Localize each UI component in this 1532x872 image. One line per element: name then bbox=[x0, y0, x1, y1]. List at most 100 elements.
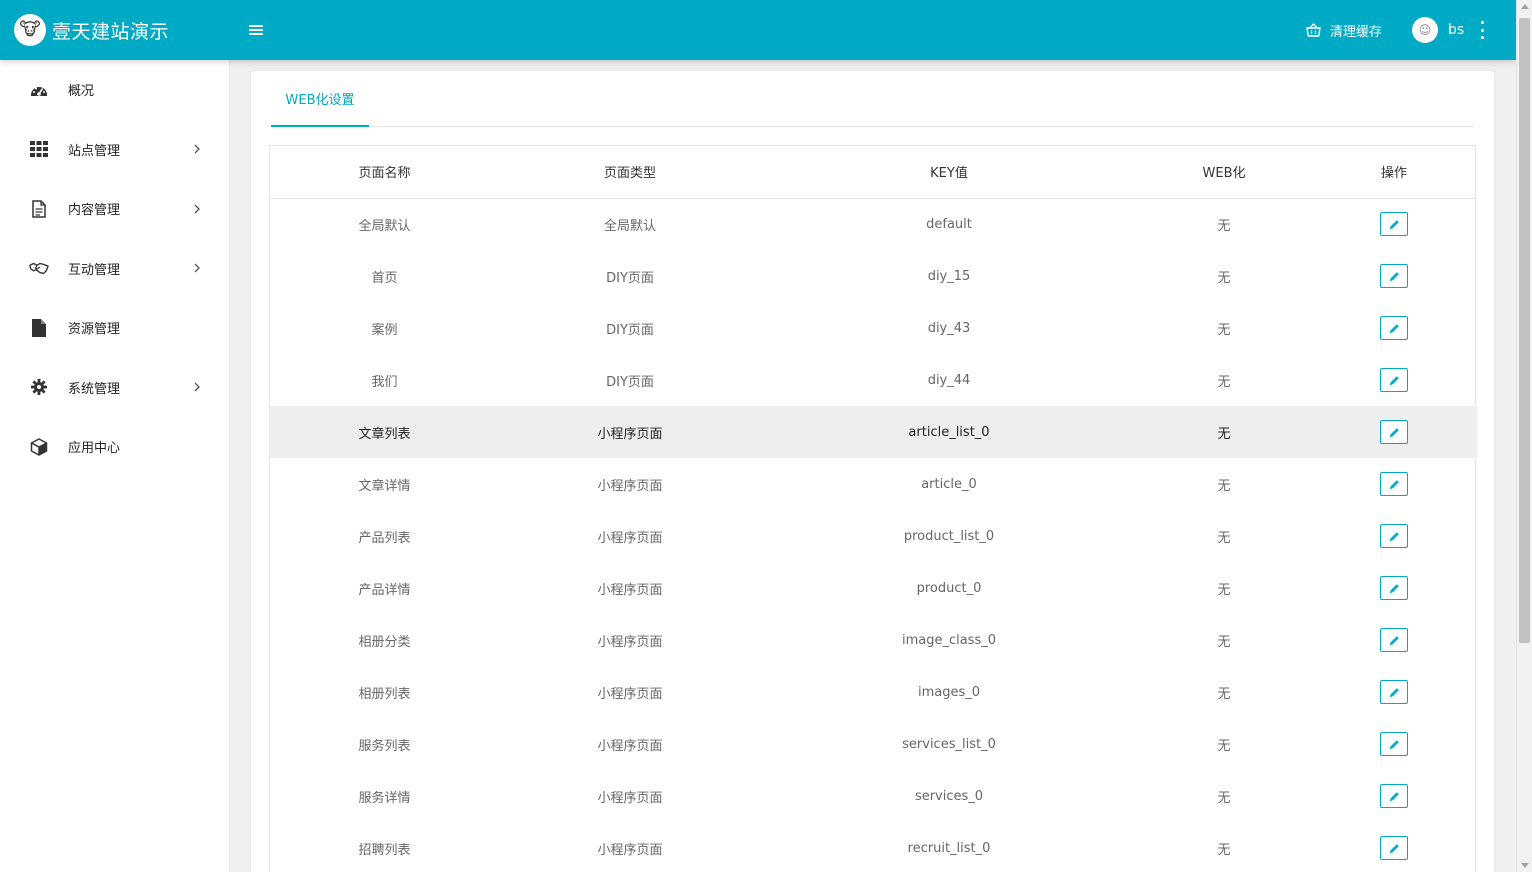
avatar: ☺ bbox=[1412, 17, 1438, 43]
table-row: 文章详情 小程序页面 article_0 无 bbox=[270, 458, 1477, 510]
cell-key: product_list_0 bbox=[903, 528, 995, 544]
cell-page-type: 小程序页面 bbox=[597, 530, 663, 546]
edit-button[interactable] bbox=[1380, 368, 1408, 392]
pencil-icon bbox=[1389, 583, 1400, 594]
cell-web: 无 bbox=[1217, 270, 1231, 286]
sidebar-item-resource-management[interactable]: 资源管理 bbox=[0, 298, 229, 358]
cell-key: services_0 bbox=[914, 788, 984, 804]
edit-button[interactable] bbox=[1380, 784, 1408, 808]
dashboard-icon bbox=[29, 80, 49, 100]
top-header: 🐮 壹天建站演示 清理缓存 ☺ bs bbox=[0, 0, 1516, 60]
cell-key: image_class_0 bbox=[901, 632, 997, 648]
clear-cache-button[interactable]: 清理缓存 bbox=[1305, 0, 1382, 60]
table-row: 首页 DIY页面 diy_15 无 bbox=[270, 250, 1477, 302]
sidebar-item-site-management[interactable]: 站点管理 bbox=[0, 120, 229, 180]
edit-button[interactable] bbox=[1380, 732, 1408, 756]
edit-button[interactable] bbox=[1380, 472, 1408, 496]
cell-page-name: 首页 bbox=[371, 270, 398, 286]
grid-icon bbox=[29, 139, 49, 159]
cell-actions bbox=[1311, 458, 1477, 510]
cell-page-name: 文章详情 bbox=[358, 478, 411, 494]
pages-table: 页面名称 页面类型 KEY值 WEB化 操作 全局默认 全局默认 default 无首… bbox=[269, 145, 1477, 872]
user-menu[interactable]: ☺ bs bbox=[1412, 0, 1464, 60]
sidebar-item-app-center[interactable]: 应用中心 bbox=[0, 417, 229, 477]
sidebar-item-overview[interactable]: 概况 bbox=[0, 60, 229, 120]
table-row: 招聘列表 小程序页面 recruit_list_0 无 bbox=[270, 822, 1477, 872]
sidebar-item-label: 内容管理 bbox=[68, 203, 121, 219]
cell-key: services_list_0 bbox=[902, 736, 996, 752]
edit-button[interactable] bbox=[1380, 420, 1408, 444]
brand-logo: 🐮 bbox=[14, 14, 46, 46]
sidebar-item-interaction-management[interactable]: 互动管理 bbox=[0, 239, 229, 299]
cell-key: article_0 bbox=[921, 476, 977, 492]
cell-page-name: 招聘列表 bbox=[358, 842, 411, 858]
cell-web: 无 bbox=[1217, 686, 1231, 702]
pencil-icon bbox=[1389, 271, 1400, 282]
cell-key: diy_43 bbox=[927, 320, 971, 336]
cell-web: 无 bbox=[1217, 790, 1231, 806]
pencil-icon bbox=[1389, 791, 1400, 802]
sidebar-item-label: 概况 bbox=[68, 84, 95, 100]
chevron-right-icon bbox=[193, 381, 201, 393]
main-panel: WEB化设置 页面名称 页面类型 KEY值 WEB化 操作 全局默认 全局默认 de… bbox=[251, 71, 1494, 872]
tab-bar: WEB化设置 bbox=[271, 71, 1474, 127]
pencil-icon bbox=[1389, 219, 1400, 230]
table-row: 相册列表 小程序页面 images_0 无 bbox=[270, 666, 1477, 718]
edit-button[interactable] bbox=[1380, 316, 1408, 340]
edit-button[interactable] bbox=[1380, 836, 1408, 860]
cell-page-name: 文章列表 bbox=[270, 406, 499, 458]
edit-button[interactable] bbox=[1380, 524, 1408, 548]
cell-key: diy_15 bbox=[927, 268, 971, 284]
cell-actions bbox=[1311, 614, 1477, 666]
cell-web: 无 bbox=[1217, 634, 1231, 650]
edit-button[interactable] bbox=[1380, 680, 1408, 704]
column-header-actions: 操作 bbox=[1311, 146, 1477, 199]
tab-web-settings[interactable]: WEB化设置 bbox=[271, 71, 369, 127]
column-header-page-name: 页面名称 bbox=[270, 146, 499, 199]
basket-icon bbox=[1305, 22, 1321, 38]
cell-actions bbox=[1311, 354, 1477, 406]
column-header-page-type: 页面类型 bbox=[499, 146, 761, 199]
handshake-icon bbox=[29, 258, 49, 278]
edit-button[interactable] bbox=[1380, 212, 1408, 237]
cell-page-name: 服务详情 bbox=[358, 790, 411, 806]
column-header-key: KEY值 bbox=[761, 146, 1137, 199]
column-header-web: WEB化 bbox=[1137, 146, 1311, 199]
pencil-icon bbox=[1389, 739, 1400, 750]
pencil-icon bbox=[1389, 635, 1400, 646]
gear-icon bbox=[29, 377, 49, 397]
cell-web: 无 bbox=[1217, 530, 1231, 546]
cell-web: 无 bbox=[1217, 842, 1231, 858]
cell-page-type: DIY页面 bbox=[606, 374, 654, 390]
edit-button[interactable] bbox=[1380, 628, 1408, 652]
sidebar-item-system-management[interactable]: 系统管理 bbox=[0, 358, 229, 418]
edit-button[interactable] bbox=[1380, 576, 1408, 600]
cell-actions bbox=[1311, 770, 1477, 822]
scrollbar-thumb[interactable] bbox=[1519, 18, 1530, 643]
pencil-icon bbox=[1389, 843, 1400, 854]
edit-button[interactable] bbox=[1380, 264, 1408, 288]
more-options-icon[interactable] bbox=[1474, 19, 1490, 41]
sidebar-item-content-management[interactable]: 内容管理 bbox=[0, 179, 229, 239]
chevron-right-icon bbox=[193, 262, 201, 274]
table-row: 文章列表 小程序页面 article_list_0 无 bbox=[270, 406, 1477, 458]
cell-actions bbox=[1311, 822, 1477, 872]
menu-toggle-icon[interactable] bbox=[247, 20, 265, 40]
cell-web: 无 bbox=[1217, 218, 1231, 234]
pencil-icon bbox=[1389, 323, 1400, 334]
page-scrollbar[interactable] bbox=[1516, 0, 1532, 872]
cell-page-name: 服务列表 bbox=[358, 738, 411, 754]
scroll-down-arrow-icon[interactable] bbox=[1521, 863, 1529, 868]
cell-page-type: 小程序页面 bbox=[597, 582, 663, 598]
cell-page-type: 小程序页面 bbox=[597, 790, 663, 806]
sidebar: 概况 站点管理 内容管理 互动管理 资源管理 系统管理 应用中心 bbox=[0, 60, 230, 872]
brand-title: 壹天建站演示 bbox=[52, 20, 170, 43]
cell-key: default bbox=[926, 216, 972, 232]
brand[interactable]: 🐮 壹天建站演示 bbox=[0, 0, 230, 60]
cell-key: recruit_list_0 bbox=[907, 840, 991, 856]
cube-icon bbox=[29, 437, 49, 457]
username: bs bbox=[1448, 22, 1465, 38]
cell-page-name: 相册分类 bbox=[358, 634, 411, 650]
cell-key: product_0 bbox=[916, 580, 982, 596]
scroll-up-arrow-icon[interactable] bbox=[1521, 4, 1529, 9]
